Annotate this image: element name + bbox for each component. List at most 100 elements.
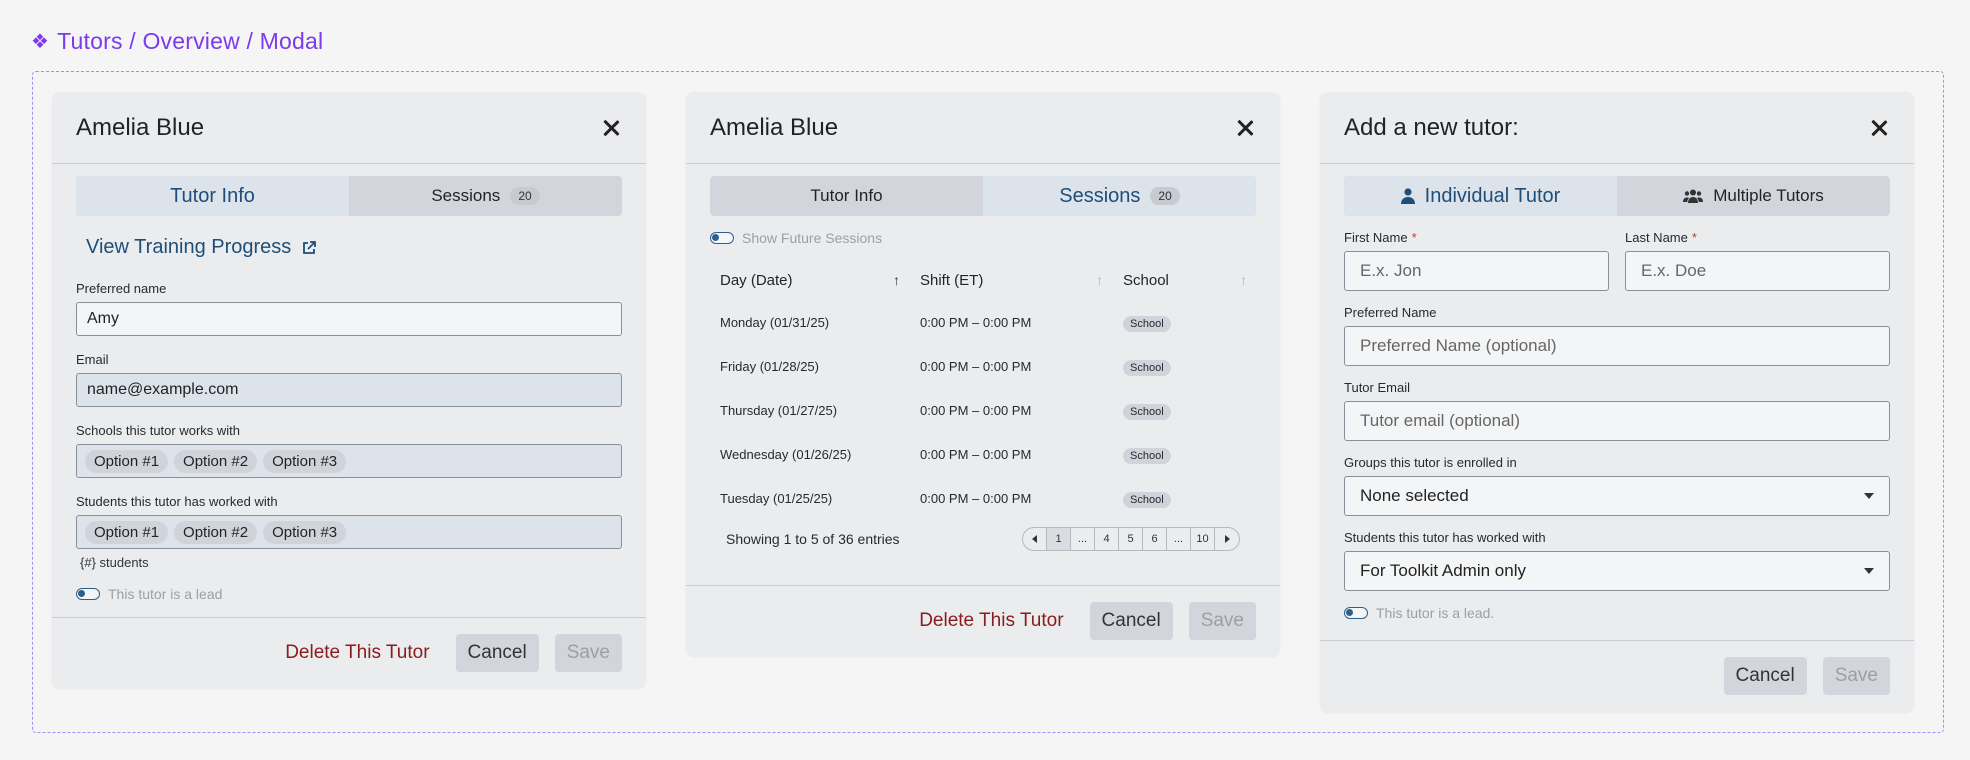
delete-tutor-button[interactable]: Delete This Tutor [919, 610, 1063, 632]
school-chip: School [1123, 447, 1171, 464]
chevron-down-icon [1864, 493, 1874, 499]
placeholder-text: E.x. Jon [1360, 261, 1422, 280]
school-chip: School [1123, 359, 1171, 376]
email-label: Email [76, 352, 109, 367]
tab-sessions[interactable]: Sessions 20 [349, 176, 622, 216]
column-header-day[interactable]: Day (Date) ↑ [710, 260, 910, 300]
toggle-label: This tutor is a lead [108, 586, 223, 602]
modal-header: Amelia Blue [52, 92, 646, 164]
column-header-shift[interactable]: Shift (ET) ↑ [910, 260, 1113, 300]
close-icon[interactable] [1234, 117, 1256, 139]
delete-tutor-button[interactable]: Delete This Tutor [285, 642, 429, 664]
placeholder-text: E.x. Doe [1641, 261, 1707, 280]
future-sessions-toggle[interactable] [710, 232, 734, 244]
select-value: For Toolkit Admin only [1360, 561, 1526, 580]
cell-school: School [1113, 388, 1257, 432]
toggle-label: Show Future Sessions [742, 230, 883, 246]
last-name-input[interactable]: E.x. Doe [1625, 251, 1890, 291]
save-button[interactable]: Save [554, 633, 622, 672]
email-field[interactable]: name@example.com [76, 373, 622, 407]
page-button[interactable]: 5 [1119, 528, 1143, 550]
cancel-button[interactable]: Cancel [1723, 657, 1807, 695]
tab-bar: Individual Tutor Multiple Tutors [1344, 176, 1890, 216]
next-page-button[interactable] [1215, 528, 1239, 550]
tab-tutor-info[interactable]: Tutor Info [76, 176, 349, 216]
modal-header: Amelia Blue [686, 92, 1280, 164]
cell-school: School [1113, 344, 1257, 388]
user-icon [1400, 188, 1415, 204]
groups-select[interactable]: None selected [1344, 476, 1890, 516]
close-icon[interactable] [600, 117, 622, 139]
breadcrumb-text: Tutors / Overview / Modal [57, 28, 324, 54]
school-chip: School [1123, 491, 1171, 508]
tab-label: Tutor Info [810, 186, 883, 205]
view-training-progress-link[interactable]: View Training Progress [86, 236, 612, 259]
preferred-name-label: Preferred name [76, 281, 167, 296]
sort-arrow-up-icon[interactable]: ↑ [1240, 272, 1247, 288]
school-chip: School [1123, 315, 1171, 332]
lead-toggle[interactable] [1344, 607, 1368, 619]
link-label: View Training Progress [86, 236, 292, 258]
save-button[interactable]: Save [1822, 657, 1890, 695]
chevron-down-icon [1864, 568, 1874, 574]
close-icon[interactable] [1868, 117, 1890, 139]
option-chip[interactable]: Option #1 [85, 449, 169, 473]
option-chip[interactable]: Option #2 [174, 520, 258, 544]
page-button[interactable]: 4 [1095, 528, 1119, 550]
sort-arrow-up-icon[interactable]: ↑ [893, 272, 900, 288]
placeholder-text: Tutor email (optional) [1360, 411, 1520, 430]
tutor-email-input[interactable]: Tutor email (optional) [1344, 401, 1890, 441]
cell-school: School [1113, 476, 1257, 520]
tab-sessions[interactable]: Sessions 20 [983, 176, 1256, 216]
footer-buttons: Cancel Save [1723, 657, 1890, 695]
column-header-school[interactable]: School ↑ [1113, 260, 1257, 300]
save-button[interactable]: Save [1188, 601, 1256, 640]
lead-toggle[interactable] [76, 588, 100, 600]
table-row: Friday (01/28/25) 0:00 PM – 0:00 PM School [710, 344, 1257, 388]
first-name-group: First Name * E.x. Jon [1344, 230, 1609, 291]
sessions-modal: Amelia Blue Tutor Info Sessions 20 Show … [686, 92, 1280, 656]
footer-buttons: Cancel Save [1089, 601, 1256, 640]
cancel-button[interactable]: Cancel [1089, 601, 1173, 640]
preferred-name-input[interactable]: Preferred Name (optional) [1344, 326, 1890, 366]
groups-label: Groups this tutor is enrolled in [1344, 455, 1517, 470]
tab-individual-tutor[interactable]: Individual Tutor [1344, 176, 1617, 216]
option-chip[interactable]: Option #2 [174, 449, 258, 473]
required-asterisk: * [1691, 230, 1697, 245]
first-name-input[interactable]: E.x. Jon [1344, 251, 1609, 291]
page-button[interactable]: 10 [1191, 528, 1215, 550]
option-chip[interactable]: Option #3 [263, 449, 347, 473]
students-select[interactable]: For Toolkit Admin only [1344, 551, 1890, 591]
table-row: Wednesday (01/26/25) 0:00 PM – 0:00 PM Sch… [710, 432, 1257, 476]
sort-arrow-up-icon[interactable]: ↑ [1096, 272, 1103, 288]
schools-label: Schools this tutor works with [76, 423, 241, 438]
tab-multiple-tutors[interactable]: Multiple Tutors [1617, 176, 1890, 216]
cell-shift: 0:00 PM – 0:00 PM [920, 446, 1032, 462]
prev-page-button[interactable] [1023, 528, 1047, 550]
chevron-left-icon [1032, 535, 1037, 543]
tab-tutor-info[interactable]: Tutor Info [710, 176, 983, 216]
option-chip[interactable]: Option #1 [85, 520, 169, 544]
cell-day: Thursday (01/27/25) [720, 402, 838, 418]
users-icon [1683, 189, 1704, 203]
page-button[interactable]: 6 [1143, 528, 1167, 550]
sessions-count-badge: 20 [1150, 187, 1180, 205]
tab-label: Tutor Info [170, 184, 255, 207]
tab-label: Individual Tutor [1424, 184, 1561, 207]
schools-multiselect[interactable]: Option #1 Option #2 Option #3 [76, 444, 622, 478]
page-button[interactable]: 1 [1047, 528, 1071, 550]
sessions-table: Day (Date) ↑ Shift (ET) ↑ School ↑ Monday (… [710, 260, 1257, 520]
tab-label: Multiple Tutors [1713, 186, 1824, 205]
header-label: Day (Date) [720, 271, 793, 289]
preferred-name-input[interactable]: Amy [76, 302, 622, 336]
cell-shift: 0:00 PM – 0:00 PM [920, 358, 1032, 374]
option-chip[interactable]: Option #3 [263, 520, 347, 544]
required-asterisk: * [1411, 230, 1417, 245]
table-header-row: Day (Date) ↑ Shift (ET) ↑ School ↑ [710, 260, 1257, 300]
tab-bar: Tutor Info Sessions 20 [76, 176, 622, 216]
students-multiselect[interactable]: Option #1 Option #2 Option #3 [76, 515, 622, 549]
modal-header: Add a new tutor: [1320, 92, 1914, 164]
lead-toggle-row: This tutor is a lead [76, 586, 622, 602]
cancel-button[interactable]: Cancel [455, 633, 539, 672]
students-count-hint: {#} students [80, 555, 149, 570]
